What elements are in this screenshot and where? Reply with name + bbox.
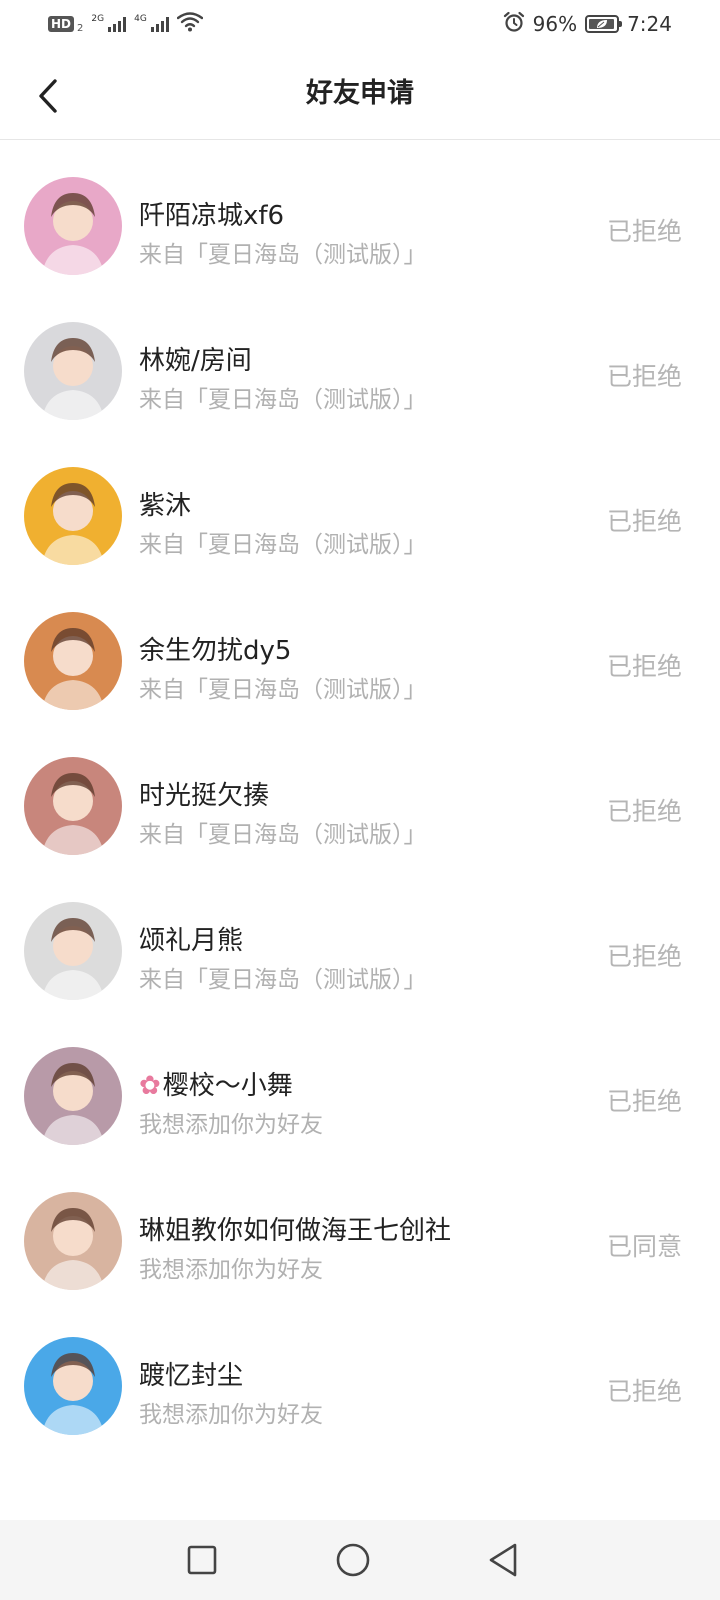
friend-request-item[interactable]: 颂礼月熊来自「夏日海岛（测试版）」 已拒绝: [0, 865, 720, 1010]
battery-icon: [585, 15, 623, 33]
friend-request-item[interactable]: 林婉/房间来自「夏日海岛（测试版）」 已拒绝: [0, 285, 720, 430]
signal-icon-2: [150, 16, 169, 32]
network-type-2: 4G: [134, 14, 147, 24]
request-source: 来自「夏日海岛（测试版）」: [139, 532, 427, 558]
request-source: 我想添加你为好友: [139, 1257, 323, 1283]
avatar[interactable]: [24, 612, 122, 710]
page-title: 好友申请: [306, 78, 414, 109]
request-source: 我想添加你为好友: [139, 1112, 323, 1138]
request-status: 已拒绝: [606, 942, 682, 971]
request-status: 已拒绝: [606, 797, 682, 826]
avatar[interactable]: [24, 757, 122, 855]
request-status: 已同意: [606, 1232, 682, 1261]
request-status: 已拒绝: [606, 1377, 682, 1406]
friend-request-item[interactable]: 阡陌凉城xf6 来自「夏日海岛（测试版）」 已拒绝: [0, 140, 720, 285]
recent-apps-button[interactable]: [182, 1540, 222, 1580]
friend-request-item[interactable]: 琳姐教你如何做海王七创社我想添加你为好友 已同意: [0, 1155, 720, 1300]
requester-name-text: 琳姐教你如何做海王七创社: [139, 1216, 452, 1246]
requester-name: 紫沐: [139, 485, 191, 522]
requester-name: ✿樱校～小舞: [139, 1065, 293, 1102]
avatar[interactable]: [24, 177, 122, 275]
request-source: 来自「夏日海岛（测试版）」: [139, 387, 427, 413]
battery-percent: 96%: [532, 12, 578, 36]
request-source: 来自「夏日海岛（测试版）」: [139, 242, 427, 268]
wifi-icon: [176, 11, 203, 37]
requester-name-text: 樱校～小舞: [162, 1071, 293, 1101]
triangle-back-icon: [489, 1543, 517, 1577]
avatar[interactable]: [24, 1192, 122, 1290]
request-status: 已拒绝: [606, 362, 682, 391]
request-source: 我想添加你为好友: [139, 1402, 323, 1428]
circle-icon: [336, 1543, 370, 1577]
request-status: 已拒绝: [606, 652, 682, 681]
avatar[interactable]: [24, 1047, 122, 1145]
square-icon: [187, 1545, 217, 1575]
network-type-1: 2G: [91, 14, 105, 24]
requester-name: 颂礼月熊: [139, 920, 243, 957]
cherry-blossom-icon: ✿: [139, 1071, 161, 1101]
avatar[interactable]: [24, 902, 122, 1000]
requester-name: 踱忆封尘: [139, 1355, 243, 1392]
requester-name-text: 踱忆封尘: [139, 1361, 244, 1391]
system-back-button[interactable]: [483, 1540, 523, 1580]
requester-name-text: 时光挺欠揍: [139, 781, 270, 811]
requester-name-text: 颂礼月熊: [139, 926, 244, 956]
request-source: 来自「夏日海岛（测试版）」: [139, 677, 427, 703]
navigation-bar: [0, 1520, 720, 1600]
friend-request-item-partial[interactable]: [0, 1445, 720, 1490]
request-status: 已拒绝: [606, 217, 682, 246]
friend-request-item[interactable]: 余生勿扰dy5 来自「夏日海岛（测试版）」 已拒绝: [0, 575, 720, 720]
friend-request-item[interactable]: 紫沐来自「夏日海岛（测试版）」 已拒绝: [0, 430, 720, 575]
sim-number: 2: [77, 22, 84, 34]
friend-request-item[interactable]: 时光挺欠揍来自「夏日海岛（测试版）」 已拒绝: [0, 720, 720, 865]
status-bar: HD 2 2G 4G 96% 7:24: [0, 0, 720, 48]
requester-name-text: 阡陌凉城xf6: [139, 201, 285, 231]
request-status: 已拒绝: [606, 1087, 682, 1116]
requester-name-text: 紫沐: [139, 491, 192, 521]
signal-icon: [108, 16, 127, 32]
request-status: 已拒绝: [606, 507, 682, 536]
friend-request-list[interactable]: 阡陌凉城xf6 来自「夏日海岛（测试版）」 已拒绝 林婉/房间 来自「夏日海岛（测试版）…: [0, 140, 720, 1490]
friend-request-item[interactable]: 踱忆封尘我想添加你为好友 已拒绝: [0, 1300, 720, 1445]
request-source: 来自「夏日海岛（测试版）」: [139, 822, 427, 848]
alarm-icon: [503, 11, 525, 38]
request-source: 来自「夏日海岛（测试版）」: [139, 967, 427, 993]
status-left: HD 2 2G 4G: [48, 11, 203, 37]
home-button[interactable]: [333, 1540, 373, 1580]
hd-badge: HD: [48, 16, 75, 32]
requester-name-text: 林婉/房间: [139, 346, 252, 376]
requester-name-text: 余生勿扰dy5: [139, 636, 292, 666]
requester-name: 琳姐教你如何做海王七创社: [139, 1210, 451, 1247]
requester-name: 阡陌凉城xf6: [139, 195, 284, 232]
avatar[interactable]: [24, 1337, 122, 1435]
friend-request-item[interactable]: ✿樱校～小舞我想添加你为好友 已拒绝: [0, 1010, 720, 1155]
header: 好友申请: [0, 48, 720, 140]
requester-name: 时光挺欠揍: [139, 775, 269, 812]
clock: 7:24: [627, 12, 672, 36]
status-right: 96% 7:24: [503, 11, 672, 38]
avatar[interactable]: [24, 322, 122, 420]
requester-name: 余生勿扰dy5: [139, 630, 291, 667]
avatar[interactable]: [24, 467, 122, 565]
requester-name: 林婉/房间: [139, 340, 252, 377]
